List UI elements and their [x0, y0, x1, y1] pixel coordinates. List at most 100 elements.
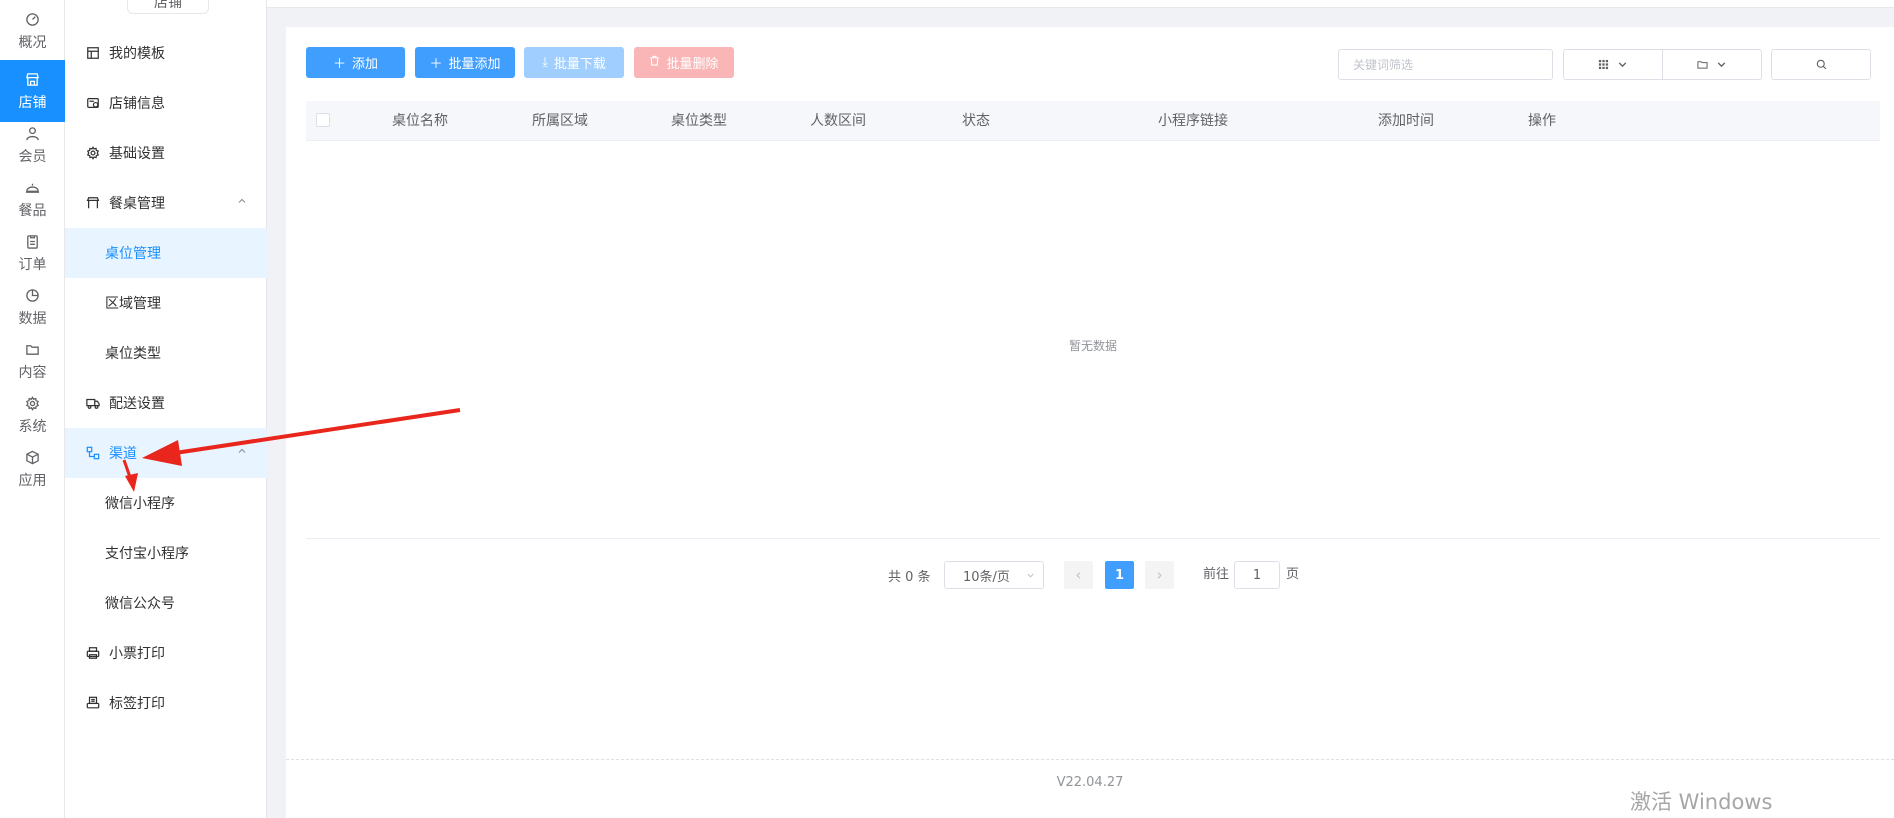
sidebar-item-label: 配送设置 — [109, 396, 165, 412]
page-number-current[interactable]: 1 — [1105, 561, 1134, 589]
sidebar-item-label: 小票打印 — [109, 646, 165, 662]
page-size-select[interactable]: 10条/页 — [944, 561, 1044, 589]
chevron-left-icon — [1076, 571, 1081, 579]
batch-delete-button-label: 批量删除 — [666, 57, 719, 72]
column-header-status: 状态 — [962, 113, 990, 129]
sidebar-item-alipay-mini[interactable]: 支付宝小程序 — [65, 528, 267, 578]
add-button[interactable]: ＋ 添加 — [306, 47, 405, 78]
printer-icon — [85, 645, 101, 661]
rail-item-orders[interactable]: 订单 — [0, 222, 65, 284]
rail-item-label: 数据 — [18, 311, 47, 327]
page-size-value: 10条/页 — [963, 569, 1010, 585]
goto-label: 前往 — [1203, 567, 1230, 582]
sidebar-item-label: 我的模板 — [109, 46, 165, 62]
keyword-filter-input[interactable] — [1338, 49, 1553, 80]
sidebar-item-channel[interactable]: 渠道 — [65, 428, 267, 478]
template-icon — [85, 45, 101, 61]
sidebar-item-wechat-official[interactable]: 微信公众号 — [65, 578, 267, 628]
sidebar-item-area-management[interactable]: 区域管理 — [65, 278, 267, 328]
sidebar-item-label: 桌位管理 — [105, 246, 161, 262]
top-bar — [267, 0, 1894, 8]
sidebar-item-label: 支付宝小程序 — [105, 546, 189, 562]
user-icon — [24, 124, 42, 142]
search-icon — [1816, 59, 1826, 70]
column-header-capacity: 人数区间 — [810, 113, 866, 129]
goto-suffix: 页 — [1286, 567, 1300, 582]
rail-item-apps[interactable]: 应用 — [0, 438, 65, 500]
next-page-button[interactable] — [1145, 561, 1174, 589]
sub-sidebar: 店铺 我的模板 店铺信息 基础设置 餐桌管理 桌位管理 区域管理 桌位类型 配送… — [65, 0, 267, 818]
sidebar-item-label-print[interactable]: 标签打印 — [65, 678, 267, 728]
rail-item-store[interactable]: 店铺 — [0, 60, 65, 122]
chevron-down-icon — [1717, 62, 1726, 68]
batch-add-button[interactable]: ＋ 批量添加 — [415, 47, 515, 78]
folder-icon — [24, 340, 42, 358]
pie-chart-icon — [24, 286, 42, 304]
batch-delete-button[interactable]: 批量删除 — [634, 47, 734, 78]
rail-item-overview[interactable]: 概况 — [0, 0, 65, 62]
label-printer-icon — [85, 695, 101, 711]
chevron-up-icon — [238, 198, 246, 203]
view-toggle-dropdown[interactable] — [1563, 49, 1663, 80]
column-header-mini-link: 小程序链接 — [1158, 113, 1228, 129]
rail-item-label: 店铺 — [18, 95, 47, 111]
sidebar-item-basic-settings[interactable]: 基础设置 — [65, 128, 267, 178]
rail-item-label: 应用 — [18, 473, 47, 489]
chevron-down-icon — [1027, 573, 1034, 578]
rail-item-system[interactable]: 系统 — [0, 384, 65, 446]
chevron-up-icon — [238, 448, 246, 453]
gear-icon — [24, 394, 42, 412]
sidebar-item-label: 微信小程序 — [105, 496, 175, 512]
column-header-add-time: 添加时间 — [1378, 113, 1434, 129]
icon-rail: 概况 店铺 会员 餐品 订单 数据 内容 系统 应用 — [0, 0, 65, 818]
sidebar-item-my-templates[interactable]: 我的模板 — [65, 28, 267, 78]
sidebar-item-receipt-print[interactable]: 小票打印 — [65, 628, 267, 678]
sidebar-item-label: 区域管理 — [105, 296, 161, 312]
footer-divider — [286, 759, 1894, 760]
sidebar-item-store-info[interactable]: 店铺信息 — [65, 78, 267, 128]
column-header-actions: 操作 — [1528, 113, 1556, 129]
sidebar-item-label: 微信公众号 — [105, 596, 175, 612]
select-all-checkbox[interactable] — [316, 113, 330, 127]
cloche-icon — [24, 178, 42, 196]
store-info-icon — [85, 95, 101, 111]
goto-page-input[interactable] — [1234, 561, 1280, 589]
rail-item-dishes[interactable]: 餐品 — [0, 168, 65, 230]
rail-item-content[interactable]: 内容 — [0, 330, 65, 392]
prev-page-button[interactable] — [1064, 561, 1093, 589]
batch-download-button[interactable]: ⤓ 批量下载 — [524, 47, 624, 78]
column-header-area: 所属区域 — [532, 113, 588, 129]
sidebar-item-table-management[interactable]: 餐桌管理 — [65, 178, 267, 228]
plus-icon: ＋ — [429, 57, 443, 72]
truck-icon — [85, 395, 101, 411]
sidebar-item-seat-type[interactable]: 桌位类型 — [65, 328, 267, 378]
trash-icon — [649, 55, 660, 70]
rail-item-data[interactable]: 数据 — [0, 276, 65, 338]
sidebar-item-seat-management[interactable]: 桌位管理 — [65, 228, 267, 278]
batch-download-button-label: 批量下载 — [553, 57, 606, 72]
windows-activation-watermark: 激活 Windows — [1630, 790, 1773, 814]
column-header-seat-name: 桌位名称 — [392, 113, 448, 129]
sidebar-item-label: 标签打印 — [109, 696, 165, 712]
rail-item-label: 内容 — [18, 365, 47, 381]
rail-item-label: 会员 — [18, 149, 47, 165]
channel-icon — [85, 445, 101, 461]
column-header-seat-type: 桌位类型 — [671, 113, 727, 129]
main-card: ＋ 添加 ＋ 批量添加 ⤓ 批量下载 批量删除 桌位名称 所属区域 桌位类型 人… — [286, 27, 1894, 818]
sidebar-item-label: 店铺信息 — [109, 96, 165, 112]
rail-item-label: 订单 — [18, 257, 47, 273]
add-button-label: 添加 — [352, 57, 379, 72]
batch-add-button-label: 批量添加 — [448, 57, 501, 72]
gauge-icon — [24, 10, 42, 28]
rail-item-member[interactable]: 会员 — [0, 114, 65, 176]
folder-dropdown[interactable] — [1662, 49, 1762, 80]
sidebar-item-label: 基础设置 — [109, 146, 165, 162]
download-icon: ⤓ — [542, 55, 548, 70]
chevron-right-icon — [1157, 571, 1162, 579]
sidebar-header: 店铺 — [127, 0, 209, 14]
box-icon — [24, 448, 42, 466]
sidebar-item-wechat-mini[interactable]: 微信小程序 — [65, 478, 267, 528]
search-button[interactable] — [1771, 49, 1871, 80]
sidebar-item-delivery-settings[interactable]: 配送设置 — [65, 378, 267, 428]
folder-icon — [1697, 61, 1708, 69]
